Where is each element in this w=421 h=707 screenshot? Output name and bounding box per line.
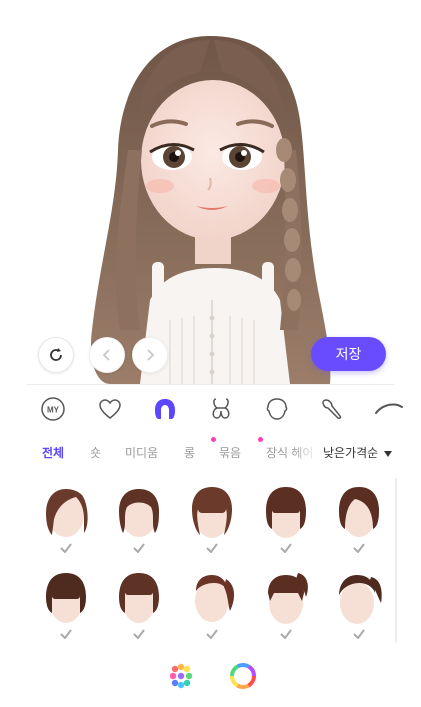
hair-thumbnail	[46, 573, 86, 623]
hair-thumbnail	[195, 575, 235, 622]
refresh-icon	[50, 348, 62, 361]
check-icon	[206, 629, 218, 639]
hair-item[interactable]	[111, 565, 167, 645]
check-icon	[206, 543, 218, 553]
brush-icon	[322, 399, 342, 419]
hair-item[interactable]	[331, 479, 387, 559]
hair-thumbnail	[119, 573, 159, 623]
sort-dropdown[interactable]: 낮은가격순	[323, 444, 392, 461]
avatar-preview: 저장	[0, 0, 421, 384]
new-badge-tied	[211, 437, 216, 442]
hair-item[interactable]	[38, 479, 94, 559]
palette-icon	[169, 663, 193, 689]
hair-item[interactable]	[184, 479, 240, 559]
check-icon	[353, 629, 365, 639]
color-picker-button[interactable]	[226, 659, 260, 693]
subtab-tied[interactable]: 묶음	[219, 444, 241, 461]
category-accessory[interactable]	[206, 394, 236, 424]
divider	[27, 384, 394, 385]
hair-thumbnail	[268, 573, 308, 624]
chevron-left-icon	[102, 349, 110, 361]
category-my[interactable]: MY	[38, 394, 68, 424]
check-icon	[133, 543, 145, 553]
check-icon	[280, 543, 292, 553]
subtab-short[interactable]: 숏	[90, 444, 101, 461]
hair-thumbnail	[339, 575, 382, 624]
hair-item-grid	[0, 475, 421, 645]
subtab-all[interactable]: 전체	[42, 444, 64, 461]
hair-item[interactable]	[38, 565, 94, 645]
category-face[interactable]	[262, 394, 292, 424]
hair-thumbnail	[46, 489, 88, 537]
eyebrow-icon	[375, 403, 403, 414]
color-ring-icon	[230, 663, 256, 689]
hair-item[interactable]	[258, 479, 314, 559]
reset-button[interactable]	[38, 337, 74, 373]
hair-thumbnail	[119, 489, 159, 537]
my-icon-text: MY	[47, 406, 60, 415]
hair-thumbnail	[192, 487, 232, 538]
check-icon	[353, 543, 365, 553]
category-hair[interactable]	[150, 394, 180, 424]
hair-thumbnail	[339, 487, 379, 537]
hair-item[interactable]	[184, 565, 240, 645]
check-icon	[133, 629, 145, 639]
face-shape-icon	[266, 398, 288, 420]
category-eyebrow[interactable]	[374, 394, 404, 424]
check-icon	[280, 629, 292, 639]
my-icon: MY	[41, 397, 65, 421]
chevron-right-icon	[147, 349, 155, 361]
subtab-fade	[292, 440, 318, 464]
subtab-medium[interactable]: 미디움	[125, 444, 158, 461]
category-bar: MY	[0, 388, 421, 430]
hair-item[interactable]	[111, 479, 167, 559]
avatar-illustration	[90, 36, 331, 384]
heart-icon	[99, 399, 121, 419]
new-badge-decorated	[258, 437, 263, 442]
category-favorite[interactable]	[95, 394, 125, 424]
bottom-toolbar	[0, 647, 421, 707]
hair-item[interactable]	[331, 565, 387, 645]
palette-button[interactable]	[164, 659, 198, 693]
hair-thumbnail	[266, 487, 306, 538]
redo-button[interactable]	[132, 337, 168, 373]
category-makeup[interactable]	[318, 394, 348, 424]
caret-down-icon	[383, 450, 392, 457]
check-icon	[60, 543, 72, 553]
sort-label: 낮은가격순	[323, 446, 379, 460]
hair-item[interactable]	[258, 565, 314, 645]
bow-icon	[212, 398, 230, 419]
subtab-long[interactable]: 롱	[184, 444, 195, 461]
grid-scrollbar[interactable]	[395, 478, 397, 643]
undo-button[interactable]	[89, 337, 125, 373]
check-icon	[60, 629, 72, 639]
hair-icon	[155, 399, 175, 419]
save-button[interactable]: 저장	[311, 337, 386, 371]
